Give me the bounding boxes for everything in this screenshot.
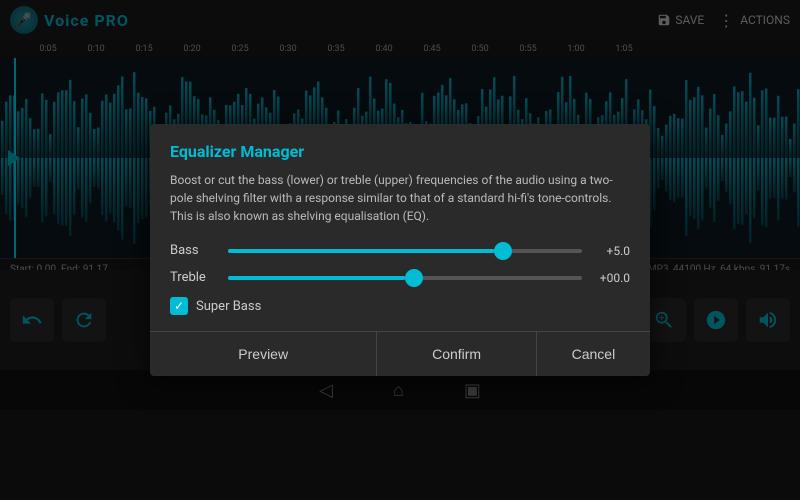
- preview-button[interactable]: Preview: [150, 332, 377, 376]
- treble-slider[interactable]: [228, 276, 582, 280]
- bass-thumb[interactable]: [494, 242, 512, 260]
- dialog-buttons: Preview Confirm Cancel: [150, 331, 650, 376]
- bass-slider[interactable]: [228, 249, 582, 253]
- super-bass-row: ✓ Super Bass: [170, 297, 630, 315]
- super-bass-checkbox[interactable]: ✓: [170, 297, 188, 315]
- dialog-overlay: Equalizer Manager Boost or cut the bass …: [0, 0, 800, 500]
- cancel-button[interactable]: Cancel: [537, 332, 650, 376]
- equalizer-dialog: Equalizer Manager Boost or cut the bass …: [150, 124, 650, 376]
- bass-fill: [228, 249, 494, 253]
- dialog-description: Boost or cut the bass (lower) or treble …: [170, 171, 630, 225]
- bass-slider-row: Bass +5.0: [170, 243, 630, 258]
- treble-label: Treble: [170, 270, 218, 285]
- bass-value: +5.0: [592, 244, 630, 258]
- confirm-button[interactable]: Confirm: [377, 332, 536, 376]
- treble-fill: [228, 276, 405, 280]
- treble-slider-row: Treble +00.0: [170, 270, 630, 285]
- bass-label: Bass: [170, 243, 218, 258]
- super-bass-label: Super Bass: [196, 299, 261, 314]
- dialog-title: Equalizer Manager: [170, 142, 630, 161]
- treble-value: +00.0: [592, 271, 630, 285]
- treble-thumb[interactable]: [405, 269, 423, 287]
